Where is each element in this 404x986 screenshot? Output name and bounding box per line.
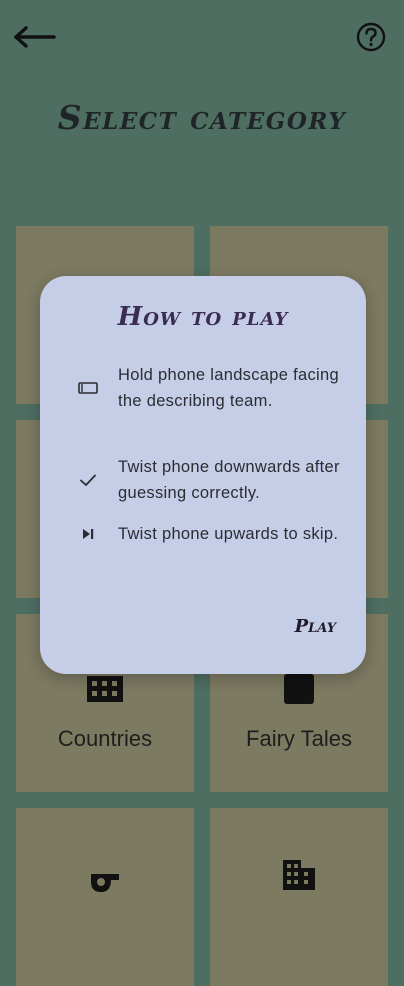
how-to-play-dialog: How to play Hold phone landscape facing … (40, 276, 366, 674)
skip-next-icon (76, 522, 100, 546)
instruction-text: Hold phone landscape facing the describi… (118, 366, 339, 410)
instruction-item: Twist phone downwards after guessing cor… (76, 454, 346, 506)
instruction-text: Twist phone downwards after guessing cor… (118, 458, 340, 502)
check-icon (76, 468, 100, 492)
instruction-item: Twist phone upwards to skip. (76, 521, 346, 547)
instruction-text: Twist phone upwards to skip. (118, 525, 339, 543)
instruction-item: Hold phone landscape facing the describi… (76, 362, 346, 414)
phone-landscape-icon (76, 376, 100, 400)
dialog-title: How to play (117, 302, 289, 332)
play-button[interactable]: Play (295, 616, 336, 637)
